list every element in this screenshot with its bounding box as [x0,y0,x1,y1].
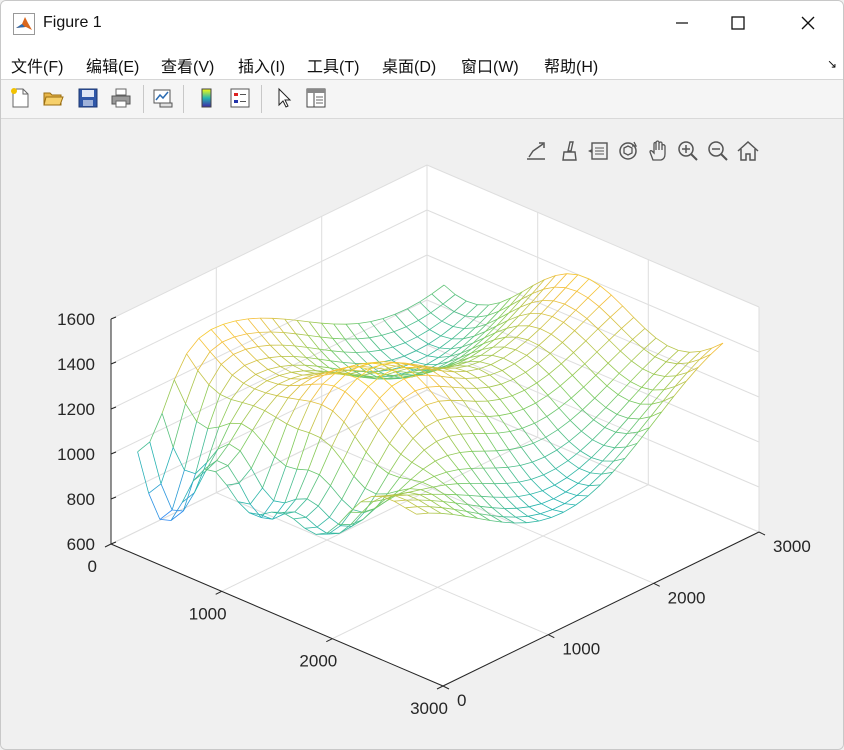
mesh-line [338,523,351,526]
mesh-line [282,511,295,513]
zoom-out-icon [708,141,728,161]
x-tick-mark [215,590,222,595]
x-tick-mark [326,638,333,643]
zoom-in-icon [678,141,698,161]
z-tick-label: 1200 [57,400,95,419]
export-button[interactable] [523,137,549,165]
y-tick-mark [548,634,555,639]
mesh-line [407,494,420,496]
rotate-3d-icon [619,141,638,160]
brush-icon [562,141,577,161]
brush-button[interactable] [555,137,581,165]
mesh-line [418,499,431,501]
z-tick-label: 1000 [57,445,95,464]
home-button[interactable] [735,137,761,165]
y-tick-label: 2000 [668,588,706,607]
zoom-in-button[interactable] [675,137,701,165]
z-tick-label: 600 [67,535,95,554]
z-tick-label: 1600 [57,310,95,329]
y-tick-mark [653,582,660,587]
z-tick-label: 800 [67,490,95,509]
figure-window: Figure 1 文件(F) 编辑(E) 查看(V) 插入(I) 工具(T) 桌… [0,0,844,750]
rotate-3d-button[interactable] [615,137,641,165]
mesh-line [334,373,347,375]
mesh-line [271,331,284,333]
export-icon [527,142,545,160]
pan-icon [649,140,666,161]
data-tips-icon [588,142,608,160]
x-tick-label: 0 [88,557,97,576]
y-tick-label: 1000 [562,640,600,659]
y-tick-label: 0 [457,691,466,710]
y-tick-mark [758,531,766,536]
z-tick-label: 1400 [57,355,95,374]
surface-plot[interactable]: 600 800 1000 1200 1400 1600 0 1000 2000 … [1,1,844,750]
zoom-out-button[interactable] [705,137,731,165]
y-tick-label: 3000 [773,537,811,556]
pan-button[interactable] [645,137,671,165]
home-icon [737,140,759,161]
mesh-line [343,351,357,353]
x-tick-mark [436,685,444,690]
data-tips-button[interactable] [585,137,611,165]
x-tick-label: 1000 [189,604,227,623]
x-tick-label: 3000 [410,699,448,718]
x-tick-label: 2000 [299,652,337,671]
y-tick-mark [442,685,450,690]
mesh-line [347,366,359,368]
x-tick-mark [104,543,112,548]
